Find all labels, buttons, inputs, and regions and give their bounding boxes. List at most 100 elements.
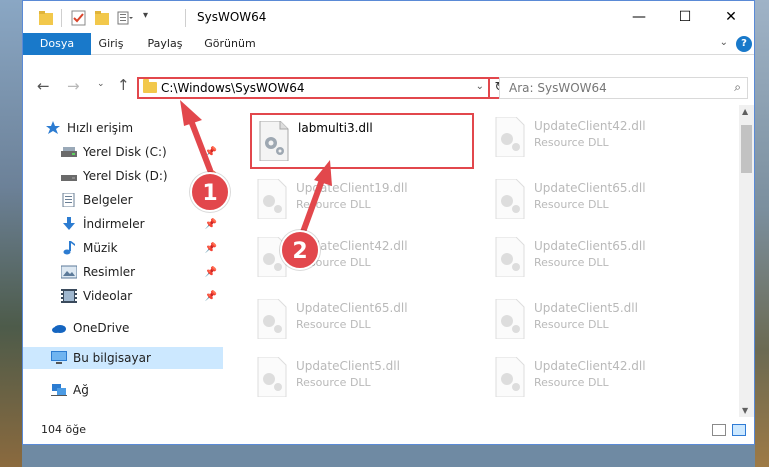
folder-icon bbox=[39, 11, 53, 25]
sidebar-item-drive-c[interactable]: Yerel Disk (C:) 📌 bbox=[23, 141, 223, 163]
explorer-window: ▾ SysWOW64 — ☐ ✕ Dosya Giriş Paylaş Görü… bbox=[22, 0, 755, 445]
file-item[interactable]: UpdateClient19.dll Resource DLL bbox=[250, 171, 472, 225]
dll-file-icon bbox=[259, 121, 289, 161]
drive-icon bbox=[61, 147, 77, 157]
step-badge-2: 2 bbox=[280, 230, 320, 270]
dll-file-icon bbox=[495, 237, 525, 277]
file-item[interactable]: UpdateClient5.dll Resource DLL bbox=[250, 349, 472, 403]
scrollbar-thumb[interactable] bbox=[741, 125, 752, 173]
cloud-icon bbox=[52, 325, 66, 333]
file-item[interactable]: UpdateClient5.dll Resource DLL bbox=[488, 291, 710, 345]
sidebar-item-this-pc[interactable]: Bu bilgisayar bbox=[23, 347, 223, 369]
file-name: UpdateClient65.dll bbox=[534, 239, 646, 253]
star-icon bbox=[46, 121, 60, 134]
sidebar-item-music[interactable]: Müzik 📌 bbox=[23, 237, 223, 259]
file-name: UpdateClient42.dll bbox=[534, 119, 646, 133]
desktop-background-right bbox=[755, 0, 769, 467]
ribbon-expand-icon[interactable]: ⌄ bbox=[720, 37, 728, 48]
title-bar: ▾ SysWOW64 — ☐ ✕ bbox=[23, 1, 754, 33]
pin-icon[interactable]: 📌 bbox=[205, 243, 217, 254]
tab-dosya[interactable]: Dosya bbox=[23, 33, 91, 55]
sidebar-item-quick-access[interactable]: Hızlı erişim bbox=[23, 117, 223, 139]
sidebar-item-downloads[interactable]: İndirmeler 📌 bbox=[23, 213, 223, 235]
help-icon[interactable]: ? bbox=[736, 36, 752, 52]
computer-icon bbox=[51, 351, 67, 364]
pin-icon[interactable]: 📌 bbox=[205, 219, 217, 230]
properties-icon[interactable] bbox=[71, 10, 87, 26]
sidebar-item-label: Videolar bbox=[83, 289, 133, 303]
sidebar-item-label: Ağ bbox=[73, 383, 89, 397]
file-name: UpdateClient19.dll bbox=[296, 181, 408, 195]
desktop-background-left bbox=[0, 0, 22, 467]
drive-icon bbox=[61, 175, 77, 181]
toolbar-separator bbox=[61, 9, 62, 27]
close-button[interactable]: ✕ bbox=[708, 1, 754, 33]
tab-paylas[interactable]: Paylaş bbox=[139, 33, 191, 55]
sidebar-item-onedrive[interactable]: OneDrive bbox=[23, 317, 223, 339]
documents-icon bbox=[62, 193, 75, 207]
scroll-down-icon[interactable]: ▼ bbox=[742, 406, 748, 415]
file-name: labmulti3.dll bbox=[298, 121, 373, 135]
file-name: UpdateClient42.dll bbox=[534, 359, 646, 373]
pin-icon[interactable]: 📌 bbox=[205, 267, 217, 278]
sidebar-item-label: Resimler bbox=[83, 265, 136, 279]
file-type: Resource DLL bbox=[534, 136, 609, 149]
sidebar-item-label: Yerel Disk (D:) bbox=[83, 169, 168, 183]
sidebar-item-pictures[interactable]: Resimler 📌 bbox=[23, 261, 223, 283]
new-folder-icon[interactable] bbox=[95, 10, 109, 26]
sidebar-item-label: OneDrive bbox=[73, 321, 130, 335]
ribbon-tabs: Dosya Giriş Paylaş Görünüm ⌄ ? bbox=[23, 33, 754, 55]
step-badge-1: 1 bbox=[190, 172, 230, 212]
sidebar-item-network[interactable]: Ağ bbox=[23, 379, 223, 401]
scroll-up-icon[interactable]: ▲ bbox=[742, 107, 748, 116]
pin-icon[interactable]: 📌 bbox=[205, 291, 217, 302]
file-item[interactable]: UpdateClient65.dll Resource DLL bbox=[488, 171, 710, 225]
address-bar[interactable]: C:\Windows\SysWOW64 ⌄ bbox=[137, 77, 490, 99]
customize-toolbar-icon[interactable] bbox=[117, 10, 133, 26]
maximize-button[interactable]: ☐ bbox=[662, 1, 708, 33]
file-type: Resource DLL bbox=[534, 256, 609, 269]
file-item[interactable]: UpdateClient65.dll Resource DLL bbox=[488, 229, 710, 283]
file-item[interactable]: UpdateClient42.dll Resource DLL bbox=[488, 109, 710, 163]
file-item[interactable]: UpdateClient42.dll Resource DLL bbox=[488, 349, 710, 403]
status-bar: 104 öğe bbox=[23, 417, 754, 444]
sidebar-item-videos[interactable]: Videolar 📌 bbox=[23, 285, 223, 307]
minimize-button[interactable]: — bbox=[616, 1, 662, 33]
music-icon bbox=[63, 241, 75, 255]
file-type: Resource DLL bbox=[534, 318, 609, 331]
file-type: Resource DLL bbox=[296, 376, 371, 389]
network-icon bbox=[51, 384, 67, 396]
recent-locations-icon[interactable]: ⌄ bbox=[97, 79, 105, 89]
sidebar-item-label: Bu bilgisayar bbox=[73, 351, 151, 365]
window-title: SysWOW64 bbox=[197, 10, 267, 24]
file-type: Resource DLL bbox=[296, 198, 371, 211]
tiles-view-icon[interactable] bbox=[732, 424, 746, 436]
dll-file-icon bbox=[257, 179, 287, 219]
file-type: Resource DLL bbox=[534, 198, 609, 211]
title-separator bbox=[185, 9, 186, 27]
file-name: UpdateClient5.dll bbox=[296, 359, 400, 373]
videos-icon bbox=[61, 289, 77, 303]
details-view-icon[interactable] bbox=[712, 424, 726, 436]
tab-giris[interactable]: Giriş bbox=[91, 33, 131, 55]
sidebar-item-label: İndirmeler bbox=[83, 217, 145, 231]
pin-icon[interactable]: 📌 bbox=[205, 147, 217, 158]
tab-gorunum[interactable]: Görünüm bbox=[199, 33, 261, 55]
dll-file-icon bbox=[495, 117, 525, 157]
search-box[interactable]: Ara: SysWOW64 ⌕ bbox=[499, 77, 748, 99]
dll-file-icon bbox=[495, 179, 525, 219]
search-icon[interactable]: ⌕ bbox=[734, 80, 741, 95]
dll-file-icon bbox=[495, 357, 525, 397]
back-button[interactable]: ← bbox=[37, 77, 50, 95]
up-button[interactable]: ↑ bbox=[117, 76, 130, 94]
sidebar-item-label: Müzik bbox=[83, 241, 118, 255]
file-item-highlighted[interactable]: labmulti3.dll bbox=[250, 113, 474, 169]
forward-button[interactable]: → bbox=[67, 77, 80, 95]
vertical-scrollbar[interactable]: ▲ ▼ bbox=[739, 105, 754, 417]
address-folder-icon bbox=[143, 79, 157, 93]
file-item[interactable]: UpdateClient65.dll Resource DLL bbox=[250, 291, 472, 345]
address-dropdown-icon[interactable]: ⌄ bbox=[476, 81, 484, 92]
address-path[interactable]: C:\Windows\SysWOW64 bbox=[161, 81, 305, 95]
file-type: Resource DLL bbox=[534, 376, 609, 389]
toolbar-dropdown-icon[interactable]: ▾ bbox=[143, 10, 148, 21]
